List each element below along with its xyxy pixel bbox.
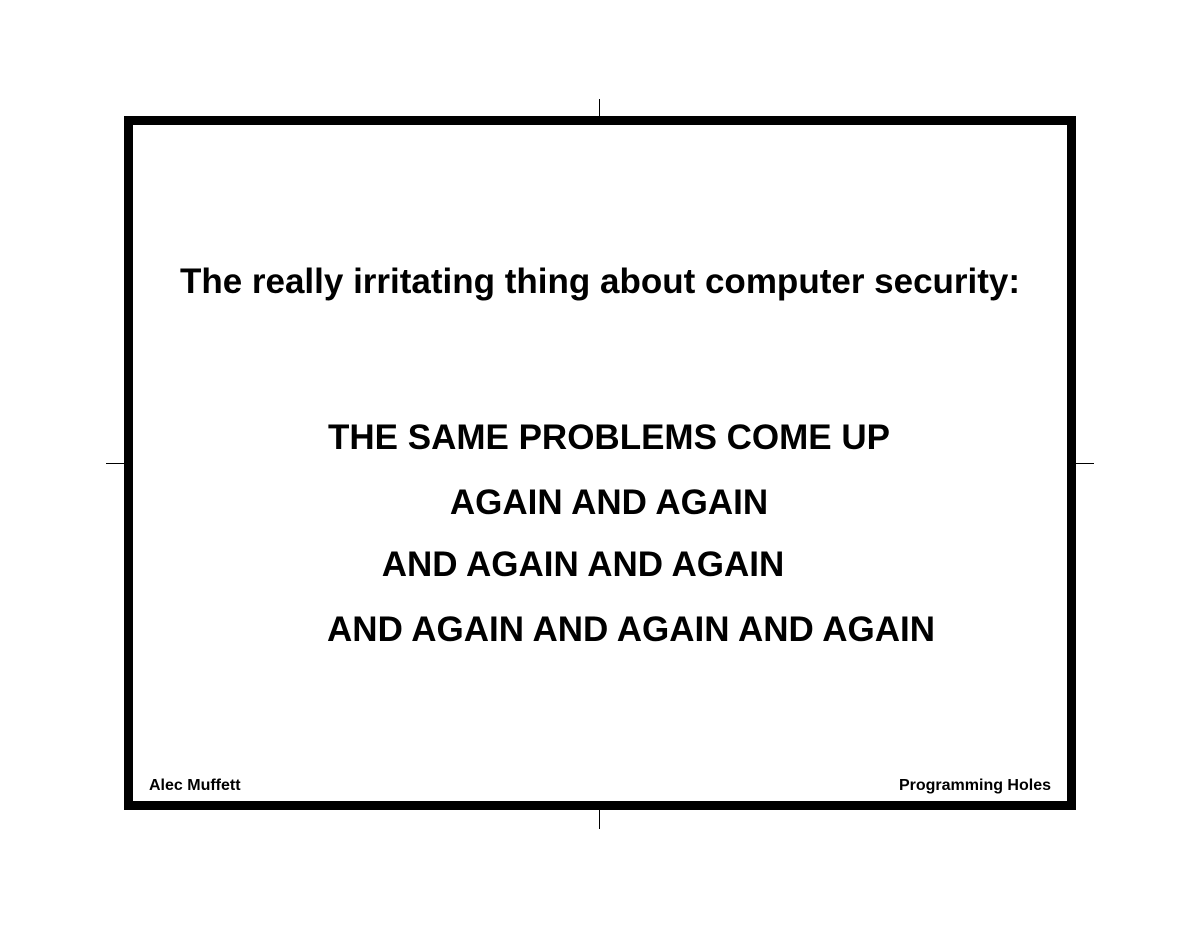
footer-talk-title: Programming Holes (898, 777, 1051, 794)
slide-frame: The really irritating thing about comput… (124, 116, 1076, 810)
crop-mark-left (106, 463, 124, 464)
emphasis-line-4: AND AGAIN AND AGAIN AND AGAIN (327, 610, 935, 649)
emphasis-line-3: AND AGAIN AND AGAIN (381, 545, 785, 584)
footer-author: Alec Muffett (149, 777, 241, 794)
crop-mark-top (599, 99, 600, 116)
slide-headline: The really irritating thing about comput… (179, 262, 1021, 301)
crop-mark-bottom (599, 810, 600, 829)
emphasis-line-2: AGAIN AND AGAIN (449, 483, 769, 522)
crop-mark-right (1076, 463, 1094, 464)
emphasis-line-1: THE SAME PROBLEMS COME UP (328, 418, 890, 457)
